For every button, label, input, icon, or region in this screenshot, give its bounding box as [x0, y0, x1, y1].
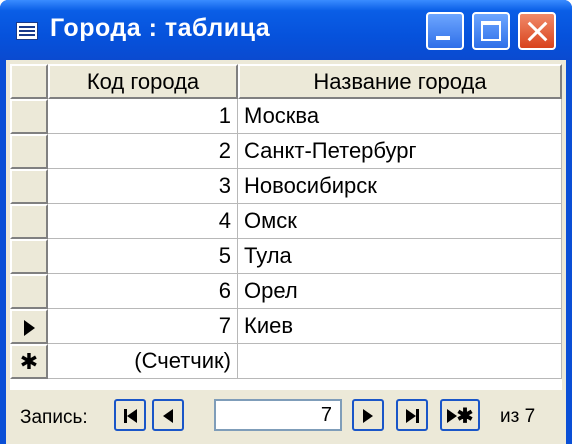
row-selector[interactable] [10, 239, 48, 274]
cell-code[interactable]: 6 [48, 274, 238, 309]
record-count: из 7 [500, 406, 536, 427]
record-label: Запись: [20, 407, 88, 428]
current-record-field[interactable]: 7 [214, 399, 342, 431]
cell-name[interactable]: Москва [238, 99, 562, 134]
cell-name[interactable]: Киев [238, 309, 562, 344]
table-row: 1 Москва [10, 99, 562, 134]
maximize-button[interactable] [472, 12, 510, 50]
table-row: 3 Новосибирск [10, 169, 562, 204]
first-record-icon [123, 405, 137, 425]
table-row: 6 Орел [10, 274, 562, 309]
cell-code[interactable]: 5 [48, 239, 238, 274]
record-navigator: Запись: 7 ✱ из 7 [6, 390, 566, 444]
select-all-corner[interactable] [10, 64, 48, 99]
cell-name[interactable]: Тула [238, 239, 562, 274]
title-bar[interactable]: Города : таблица [0, 0, 572, 60]
new-record-row: ✱ (Счетчик) [10, 344, 562, 379]
new-record-button[interactable]: ✱ [440, 399, 480, 431]
minimize-button[interactable] [426, 12, 464, 50]
cell-code[interactable]: 2 [48, 134, 238, 169]
previous-record-button[interactable] [152, 399, 184, 431]
table-row: 4 Омск [10, 204, 562, 239]
new-record-selector[interactable]: ✱ [10, 344, 48, 379]
row-selector[interactable] [10, 204, 48, 239]
cell-name[interactable]: Санкт-Петербург [238, 134, 562, 169]
window-client-area: Код города Название города 1 Москва 2 Са… [6, 60, 566, 444]
last-record-button[interactable] [396, 399, 428, 431]
cell-code-autonumber[interactable]: (Счетчик) [48, 344, 238, 379]
table-row: 2 Санкт-Петербург [10, 134, 562, 169]
column-header-code[interactable]: Код города [48, 64, 238, 99]
next-record-button[interactable] [352, 399, 384, 431]
table-row: 5 Тула [10, 239, 562, 274]
cell-name[interactable]: Омск [238, 204, 562, 239]
cell-code[interactable]: 7 [48, 309, 238, 344]
asterisk-icon: ✱ [19, 349, 39, 374]
first-record-button[interactable] [114, 399, 146, 431]
table-icon [16, 22, 38, 40]
new-record-icon: ✱ [446, 405, 473, 426]
cell-code[interactable]: 3 [48, 169, 238, 204]
close-button[interactable] [518, 12, 556, 50]
right-triangle-icon [23, 320, 35, 337]
next-record-icon [363, 409, 373, 424]
cell-code[interactable]: 1 [48, 99, 238, 134]
cell-name[interactable] [238, 344, 562, 379]
cell-code[interactable]: 4 [48, 204, 238, 239]
datasheet-grid: Код города Название города 1 Москва 2 Са… [10, 64, 562, 390]
table-window: Города : таблица Код города Название гор… [0, 0, 572, 444]
header-row: Код города Название города [10, 64, 562, 99]
row-selector[interactable] [10, 274, 48, 309]
last-record-icon [405, 405, 419, 425]
table-row: 7 Киев [10, 309, 562, 344]
row-selector[interactable] [10, 99, 48, 134]
cell-name[interactable]: Новосибирск [238, 169, 562, 204]
window-title: Города : таблица [50, 14, 271, 42]
previous-record-icon [163, 409, 173, 424]
row-selector-current[interactable] [10, 309, 48, 344]
row-selector[interactable] [10, 134, 48, 169]
row-selector[interactable] [10, 169, 48, 204]
cell-name[interactable]: Орел [238, 274, 562, 309]
column-header-name[interactable]: Название города [238, 64, 562, 99]
